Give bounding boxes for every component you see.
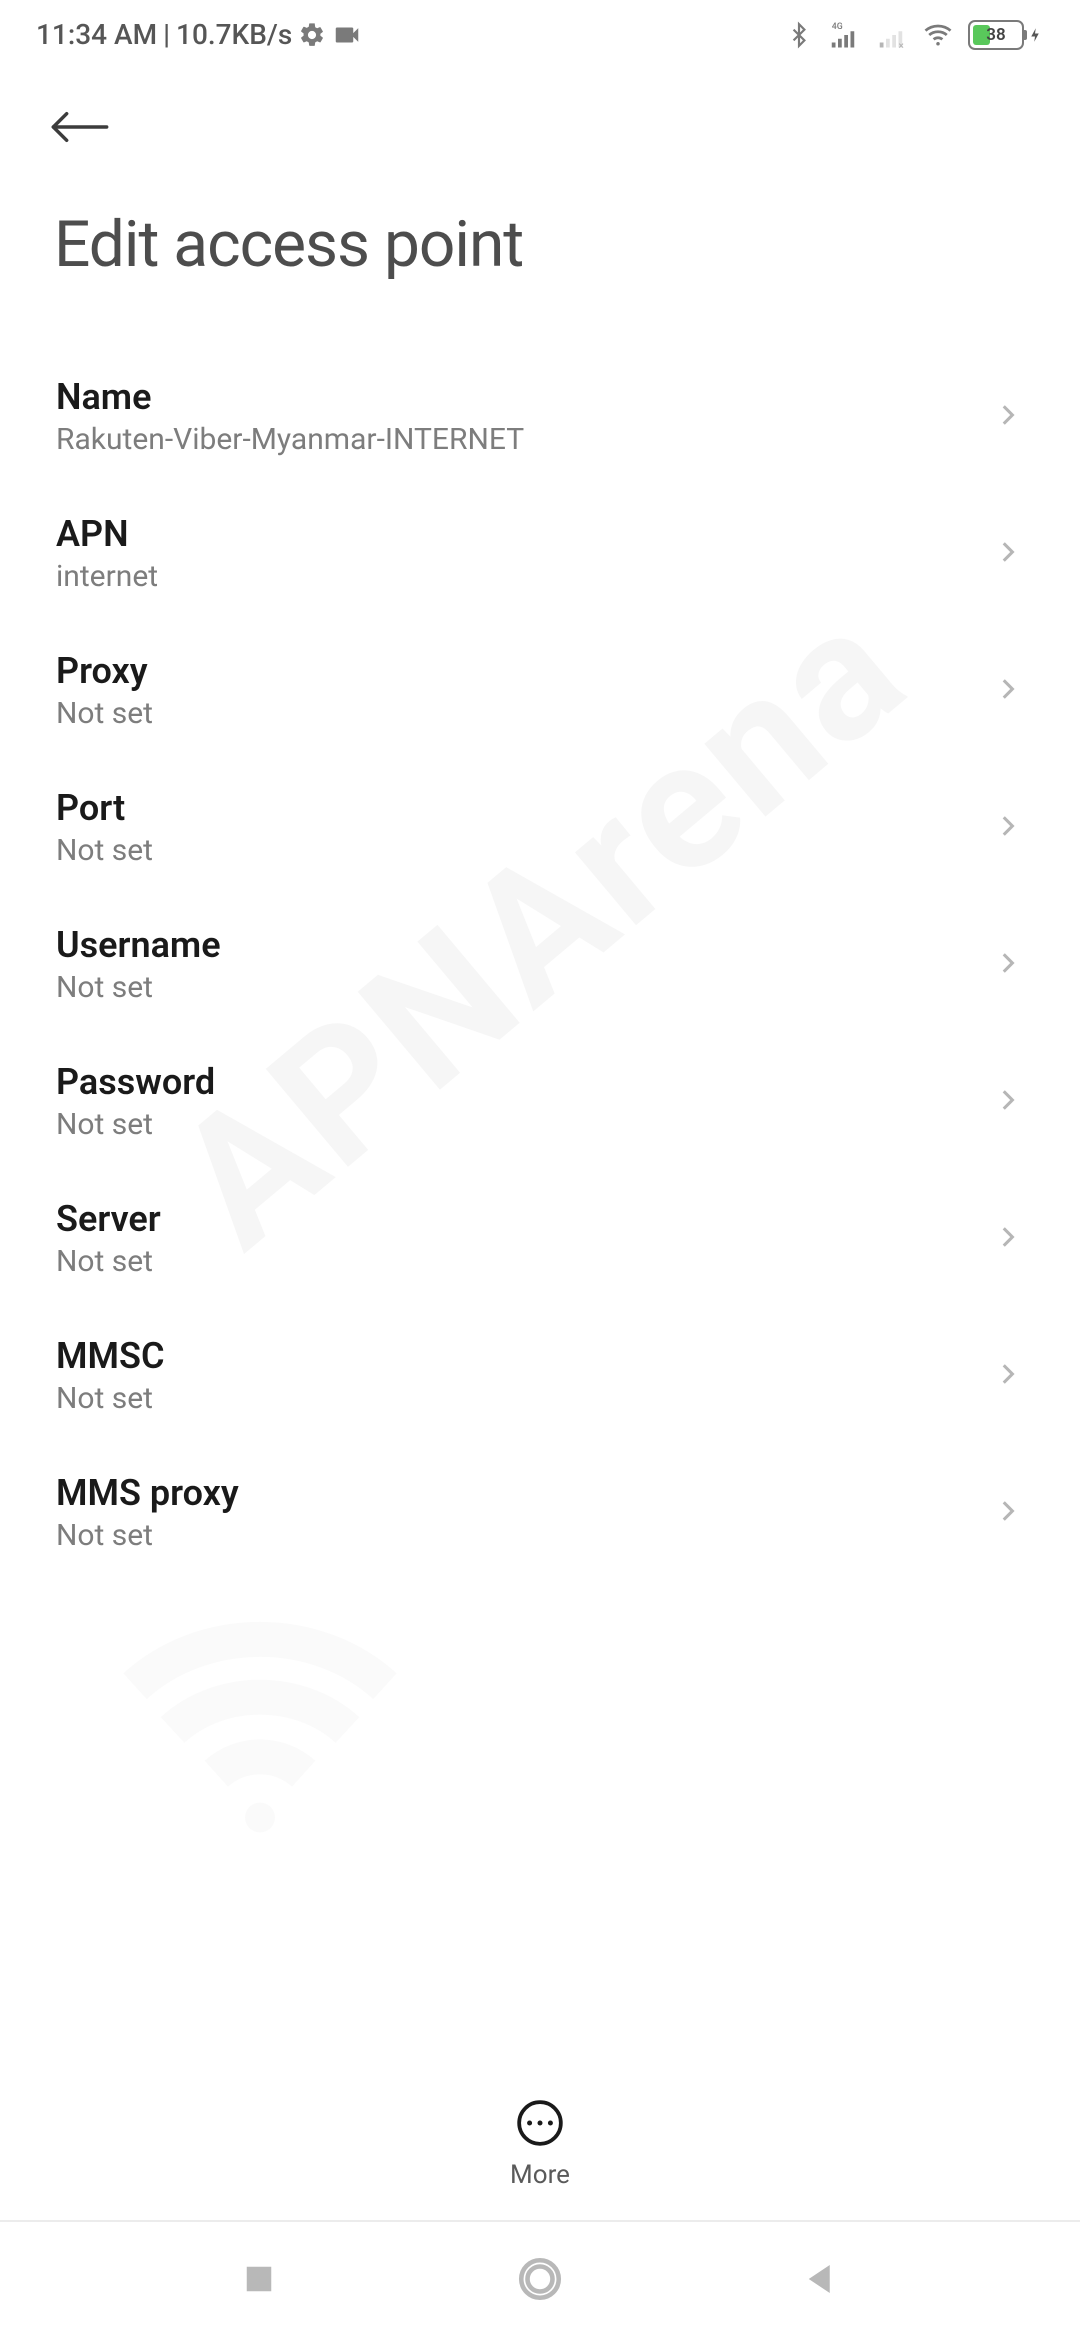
signal-no-sim-icon: × bbox=[874, 20, 908, 50]
setting-name[interactable]: Name Rakuten-Viber-Myanmar-INTERNET bbox=[0, 348, 1080, 485]
setting-value: Not set bbox=[56, 1518, 239, 1553]
nav-back-button[interactable] bbox=[800, 2258, 842, 2304]
setting-password[interactable]: Password Not set bbox=[0, 1033, 1080, 1170]
setting-mms-proxy[interactable]: MMS proxy Not set bbox=[0, 1444, 1080, 1581]
chevron-right-icon bbox=[994, 533, 1020, 575]
setting-label: Proxy bbox=[56, 650, 153, 692]
settings-list: Name Rakuten-Viber-Myanmar-INTERNET APN … bbox=[0, 300, 1080, 1581]
chevron-right-icon bbox=[994, 1492, 1020, 1534]
status-left: 11:34 AM | 10.7KB/s bbox=[36, 18, 362, 51]
more-label: More bbox=[510, 2160, 570, 2190]
setting-label: Server bbox=[56, 1198, 161, 1240]
status-bar: 11:34 AM | 10.7KB/s 4G × bbox=[0, 0, 1080, 67]
setting-label: Port bbox=[56, 787, 153, 829]
setting-value: Not set bbox=[56, 1107, 215, 1142]
setting-value: Not set bbox=[56, 1244, 161, 1279]
svg-text:×: × bbox=[899, 40, 904, 49]
setting-value: Not set bbox=[56, 833, 153, 868]
setting-value: Not set bbox=[56, 696, 153, 731]
setting-value: Not set bbox=[56, 970, 221, 1005]
chevron-right-icon bbox=[994, 807, 1020, 849]
setting-proxy[interactable]: Proxy Not set bbox=[0, 622, 1080, 759]
setting-apn[interactable]: APN internet bbox=[0, 485, 1080, 622]
chevron-right-icon bbox=[994, 944, 1020, 986]
more-icon bbox=[515, 2098, 565, 2152]
charging-icon bbox=[1026, 20, 1044, 50]
camera-icon bbox=[332, 20, 362, 50]
chevron-right-icon bbox=[994, 1081, 1020, 1123]
setting-label: Password bbox=[56, 1061, 215, 1103]
setting-label: Name bbox=[56, 376, 524, 418]
setting-label: APN bbox=[56, 513, 158, 555]
setting-value: internet bbox=[56, 559, 158, 594]
setting-label: MMS proxy bbox=[56, 1472, 239, 1514]
page-title: Edit access point bbox=[0, 163, 1080, 300]
signal-4g-icon: 4G bbox=[826, 20, 860, 50]
wifi-icon bbox=[922, 20, 954, 50]
chevron-right-icon bbox=[994, 670, 1020, 712]
more-button[interactable]: More bbox=[0, 2098, 1080, 2190]
bluetooth-icon bbox=[786, 20, 812, 50]
setting-mmsc[interactable]: MMSC Not set bbox=[0, 1307, 1080, 1444]
gear-icon bbox=[298, 21, 326, 49]
navigation-bar bbox=[0, 2220, 1080, 2340]
nav-home-button[interactable] bbox=[515, 2254, 565, 2308]
chevron-right-icon bbox=[994, 1218, 1020, 1260]
battery-indicator: 38 bbox=[968, 20, 1044, 50]
setting-label: Username bbox=[56, 924, 221, 966]
setting-value: Not set bbox=[56, 1381, 165, 1416]
setting-label: MMSC bbox=[56, 1335, 165, 1377]
back-button[interactable] bbox=[48, 134, 112, 153]
setting-username[interactable]: Username Not set bbox=[0, 896, 1080, 1033]
setting-server[interactable]: Server Not set bbox=[0, 1170, 1080, 1307]
nav-recents-button[interactable] bbox=[238, 2258, 280, 2304]
svg-text:4G: 4G bbox=[832, 21, 843, 31]
battery-percent: 38 bbox=[970, 25, 1022, 45]
chevron-right-icon bbox=[994, 1355, 1020, 1397]
status-separator: | bbox=[163, 18, 170, 51]
setting-port[interactable]: Port Not set bbox=[0, 759, 1080, 896]
status-time: 11:34 AM bbox=[36, 18, 157, 51]
status-right: 4G × 38 bbox=[786, 20, 1044, 50]
status-speed: 10.7KB/s bbox=[176, 18, 292, 51]
setting-value: Rakuten-Viber-Myanmar-INTERNET bbox=[56, 422, 524, 457]
chevron-right-icon bbox=[994, 396, 1020, 438]
